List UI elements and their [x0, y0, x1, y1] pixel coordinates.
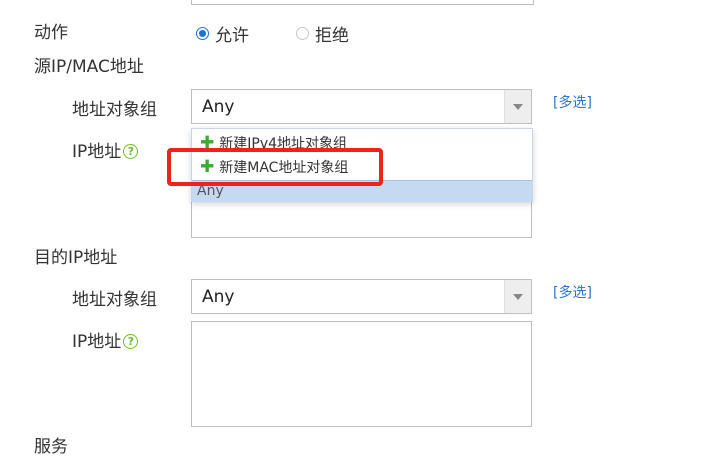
source-multi-select-link[interactable]: [多选]	[553, 92, 592, 112]
radio-allow-label: 允许	[215, 26, 249, 46]
dropdown-item-any-label: Any	[197, 183, 224, 199]
source-addr-group-dropdown: ✚ 新建IPv4地址对象组 ✚ 新建MAC地址对象组 Any	[191, 128, 533, 202]
destination-ip-label-text: IP地址	[72, 332, 122, 352]
source-section-title: 源IP/MAC地址	[34, 57, 144, 77]
destination-addr-group-label: 地址对象组	[72, 290, 157, 310]
destination-addr-group-select[interactable]: Any	[191, 279, 532, 314]
radio-deny[interactable]: 拒绝	[296, 21, 349, 46]
radio-allow[interactable]: 允许	[196, 21, 249, 46]
service-section-title: 服务	[34, 437, 68, 457]
dropdown-arrow-icon[interactable]	[504, 280, 531, 313]
action-label: 动作	[34, 23, 68, 43]
destination-ip-textarea[interactable]	[191, 321, 532, 427]
dropdown-item-label: 新建MAC地址对象组	[219, 160, 349, 176]
destination-section-title: 目的IP地址	[34, 248, 118, 268]
source-addr-group-select[interactable]: Any	[191, 89, 532, 124]
source-addr-group-label: 地址对象组	[72, 100, 157, 120]
destination-addr-group-value: Any	[202, 287, 235, 307]
radio-deny-label: 拒绝	[315, 26, 349, 46]
source-ip-label: IP地址?	[72, 137, 139, 162]
destination-multi-select-link[interactable]: [多选]	[553, 282, 592, 302]
source-ip-label-text: IP地址	[72, 142, 122, 162]
source-addr-group-value: Any	[202, 97, 235, 117]
previous-field-bottom	[191, 0, 534, 5]
dropdown-arrow-icon[interactable]	[504, 90, 531, 123]
plus-icon: ✚	[200, 133, 215, 153]
radio-deny-indicator[interactable]	[296, 27, 309, 40]
dropdown-item-new-mac-group[interactable]: ✚ 新建MAC地址对象组	[200, 157, 348, 177]
dropdown-item-label: 新建IPv4地址对象组	[219, 136, 348, 152]
help-icon[interactable]: ?	[123, 143, 139, 159]
plus-icon: ✚	[200, 157, 215, 177]
destination-ip-label: IP地址?	[72, 327, 139, 352]
radio-allow-indicator[interactable]	[196, 27, 209, 40]
dropdown-item-new-ipv4-group[interactable]: ✚ 新建IPv4地址对象组	[200, 133, 347, 153]
help-icon[interactable]: ?	[123, 333, 139, 349]
dropdown-item-any[interactable]: Any	[192, 180, 532, 202]
